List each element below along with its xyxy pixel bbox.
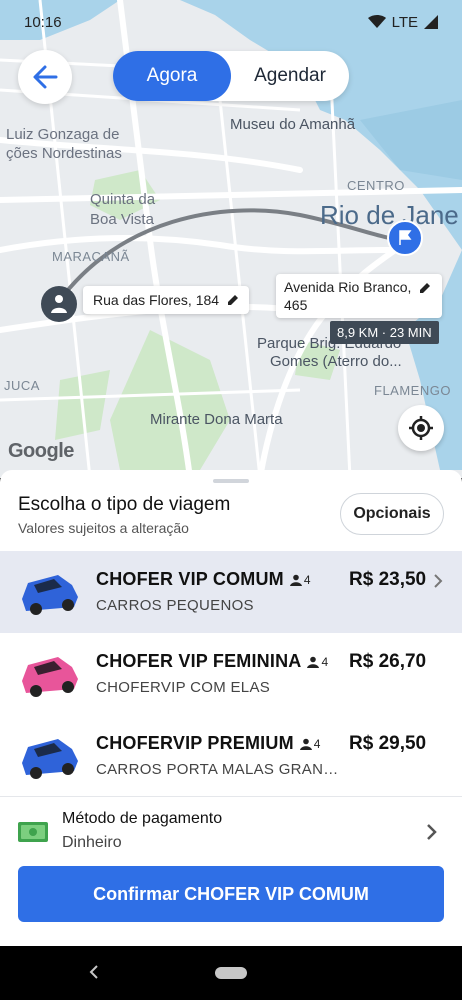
ride-name: CHOFER VIP COMUM (96, 569, 284, 589)
time-segmented-control: Agora Agendar (113, 51, 349, 101)
map-label-parque-2: Gomes (Aterro do... (270, 353, 402, 370)
sheet-title: Escolha o tipo de viagem (18, 494, 231, 515)
car-icon (22, 739, 78, 779)
passenger-count: 4 (303, 573, 311, 588)
map-label-centro: CENTRO (347, 178, 405, 193)
map-label-luiz-1: Luiz Gonzaga de (6, 126, 120, 143)
ride-price: R$ 26,70 (349, 651, 427, 672)
ride-selection-sheet: Escolha o tipo de viagem Valores sujeito… (0, 470, 462, 946)
map-label-flamengo: FLAMENGO (374, 383, 451, 398)
wifi-icon (367, 15, 386, 28)
payment-method-value: Dinheiro (62, 834, 122, 851)
pencil-icon (228, 295, 239, 305)
map-label-juca: JUCA (4, 378, 40, 393)
ride-name: CHOFER VIP FEMININA (96, 651, 302, 671)
map-label-quinta-2: Boa Vista (90, 211, 154, 228)
confirm-ride-button[interactable]: Confirmar CHOFER VIP COMUM (18, 866, 444, 922)
destination-address-line1: Avenida Rio Branco, (284, 279, 412, 295)
person-icon (51, 295, 67, 313)
back-button[interactable] (18, 50, 72, 104)
sheet-drag-handle[interactable] (213, 479, 249, 483)
ride-option-vip-comum[interactable]: CHOFER VIP COMUM 4 CARROS PEQUENOS R$ 23,… (0, 551, 462, 633)
origin-address: Rua das Flores, 184 (93, 292, 220, 308)
map-view[interactable]: Museu do Amanhã Luiz Gonzaga de ções Nor… (0, 0, 462, 478)
car-icon (22, 575, 78, 615)
crosshair-icon (409, 416, 433, 440)
ride-option-vip-feminina[interactable]: CHOFER VIP FEMININA 4 CHOFERVIP COM ELAS … (0, 633, 462, 715)
map-label-mirante: Mirante Dona Marta (150, 411, 283, 428)
system-back-icon[interactable] (88, 964, 100, 980)
ride-description: CARROS PORTA MALAS GRANDES (96, 761, 346, 778)
person-icon (307, 656, 320, 669)
passenger-count: 4 (321, 655, 329, 670)
system-navigation-bar (0, 946, 462, 1000)
destination-address-line2: 465 (284, 297, 308, 313)
person-icon (299, 738, 312, 751)
map-label-rio: Rio de Jane (320, 200, 459, 230)
passenger-capacity: 4 (299, 737, 321, 752)
car-icon (22, 657, 78, 697)
map-label-maracana: MARACANÃ (52, 249, 130, 264)
segment-now[interactable]: Agora (113, 51, 231, 101)
ride-description: CHOFERVIP COM ELAS (96, 679, 271, 696)
map-label-luiz-2: ções Nordestinas (6, 145, 122, 162)
ride-name: CHOFERVIP PREMIUM (96, 733, 294, 753)
google-logo: Google (8, 440, 74, 462)
segment-schedule[interactable]: Agendar (231, 51, 349, 101)
status-time: 10:16 (24, 13, 62, 31)
payment-method-label: Método de pagamento (62, 810, 223, 827)
status-network: LTE (391, 13, 418, 31)
payment-method-row[interactable]: Método de pagamento Dinheiro (0, 808, 462, 858)
ride-option-premium[interactable]: CHOFERVIP PREMIUM 4 CARROS PORTA MALAS GR… (0, 715, 462, 797)
pencil-icon (420, 283, 431, 293)
options-button[interactable]: Opcionais (340, 493, 444, 535)
route-eta-badge: 8,9 KM · 23 MIN (330, 321, 439, 344)
status-bar: 10:16 LTE (0, 0, 462, 44)
flag-icon (399, 230, 412, 245)
arrow-left-icon (33, 65, 58, 89)
ride-description: CARROS PEQUENOS (96, 597, 254, 614)
sheet-subtitle: Valores sujeitos a alteração (18, 520, 189, 536)
passenger-capacity: 4 (289, 573, 311, 588)
map-label-quinta-1: Quinta da (90, 191, 156, 208)
chevron-right-icon (427, 824, 437, 840)
passenger-capacity: 4 (307, 655, 328, 669)
divider (0, 796, 462, 797)
chevron-right-icon (434, 574, 443, 588)
origin-address-bubble[interactable]: Rua das Flores, 184 (83, 286, 250, 314)
cash-icon (18, 822, 48, 842)
passenger-count: 4 (313, 737, 321, 752)
ride-price: R$ 29,50 (349, 733, 427, 754)
signal-icon (424, 15, 438, 29)
destination-marker[interactable] (387, 220, 423, 256)
destination-address-bubble[interactable]: Avenida Rio Branco, 465 (276, 274, 442, 318)
person-icon (289, 574, 302, 587)
my-location-button[interactable] (398, 405, 444, 451)
system-home-pill[interactable] (215, 967, 247, 979)
origin-marker[interactable] (41, 286, 77, 322)
map-label-museum: Museu do Amanhã (230, 116, 356, 133)
ride-price: R$ 23,50 (349, 569, 427, 590)
